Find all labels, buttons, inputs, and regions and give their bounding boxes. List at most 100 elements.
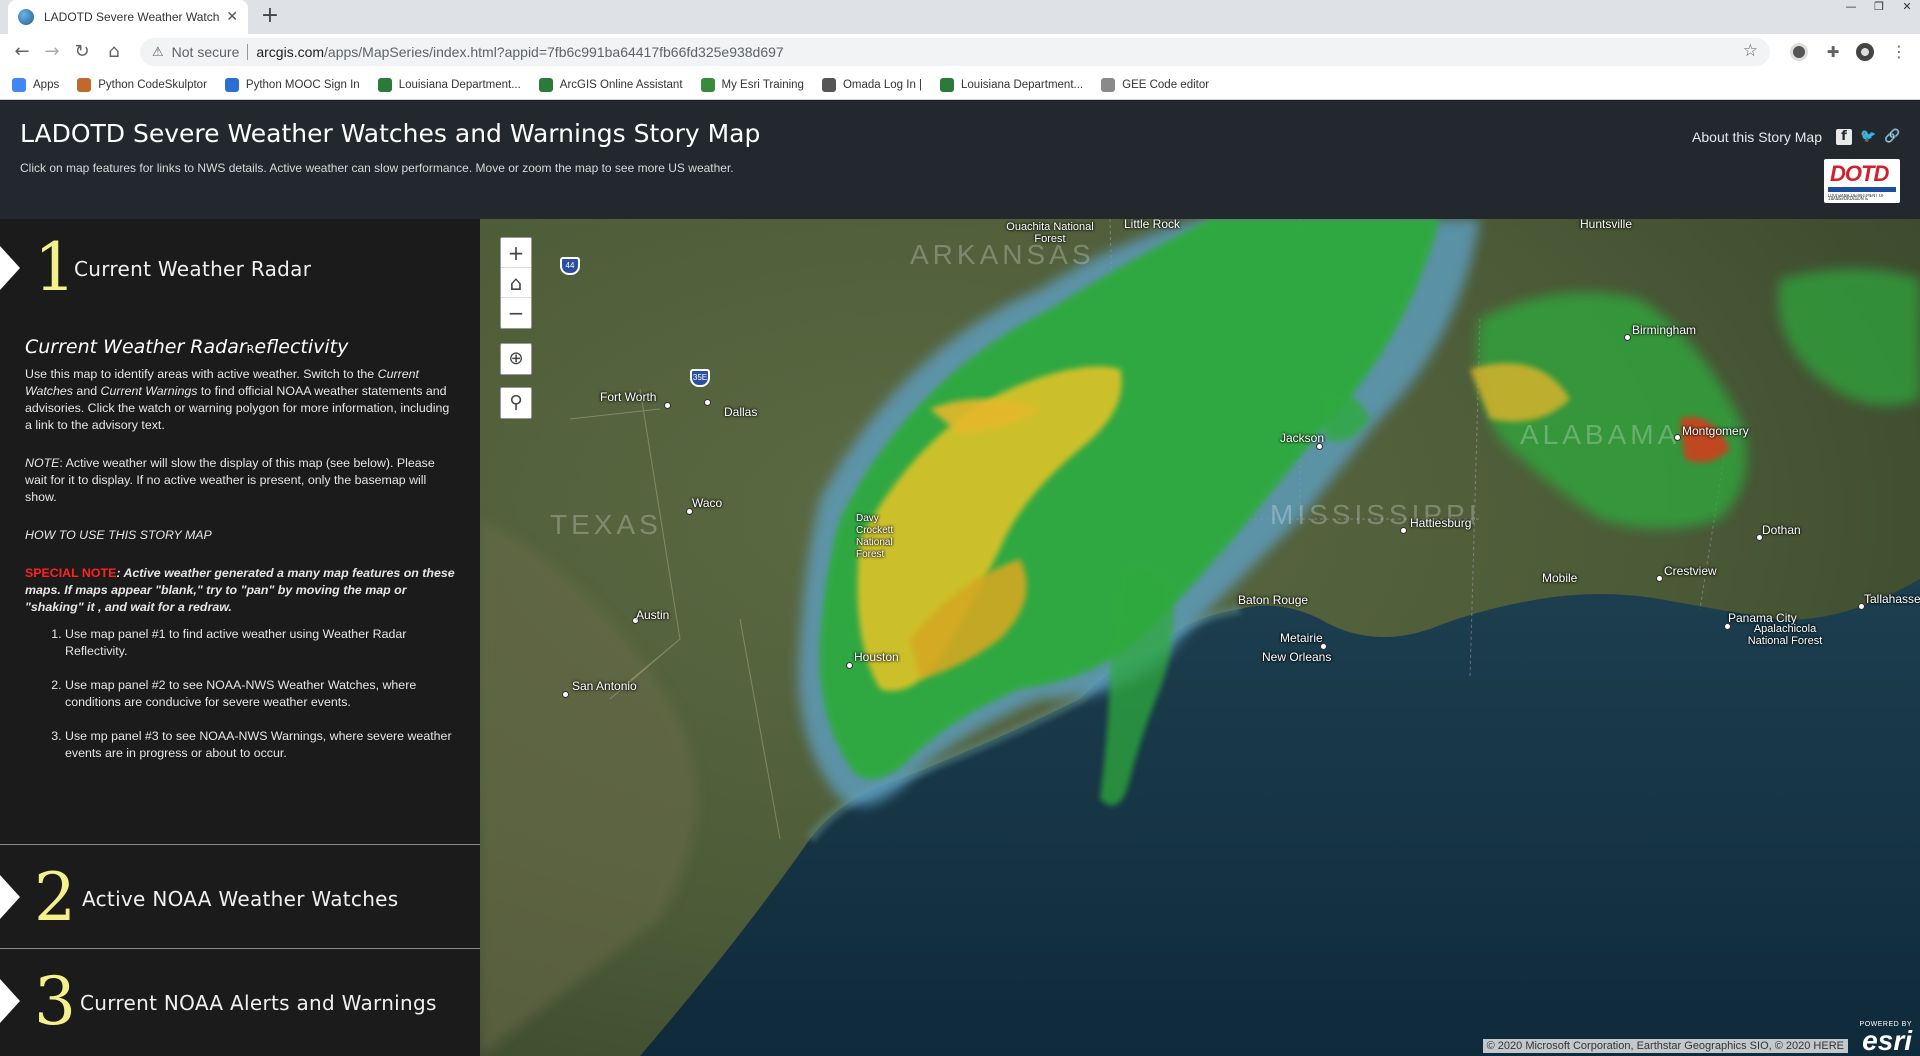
bookmark-item[interactable]: GEE Code editor <box>1101 77 1210 92</box>
city-label: Mobile <box>1542 571 1578 585</box>
section-2-number: 2 <box>34 859 76 936</box>
note-text: : Active weather will slow the display o… <box>25 456 435 504</box>
address-bar[interactable]: ⚠ Not secure arcgis.com /apps/MapSeries/… <box>140 38 1770 66</box>
forward-icon[interactable]: → <box>42 42 62 62</box>
radar-map[interactable]: TEXAS ARKANSAS MISSISSIPPI ALABAMA 44 35… <box>480 219 1920 1056</box>
dotd-logo-bar <box>1828 187 1896 192</box>
section-3-title: Current NOAA Alerts and Warnings <box>80 991 437 1015</box>
bookmark-star-icon[interactable]: ☆ <box>1743 41 1758 61</box>
minimize-icon[interactable]: — <box>1838 0 1864 16</box>
home-icon[interactable]: ⌂ <box>104 42 124 62</box>
twitter-icon[interactable]: 🐦 <box>1860 129 1876 145</box>
how-to-steps-list: Use map panel #1 to find active weather … <box>65 626 457 762</box>
bookmark-favicon-icon <box>77 77 92 92</box>
bookmark-item[interactable]: My Esri Training <box>700 77 804 92</box>
city-label: Huntsville <box>1580 219 1633 231</box>
city-label: Houston <box>854 650 899 664</box>
bookmark-favicon-icon <box>940 77 955 92</box>
restore-icon[interactable]: ❐ <box>1866 0 1892 16</box>
bookmark-item[interactable]: Python CodeSkulptor <box>77 77 207 92</box>
city-label: Baton Rouge <box>1238 593 1309 607</box>
profile-avatar-icon[interactable] <box>1856 43 1874 61</box>
extensions-puzzle-icon[interactable]: ✚ <box>1824 43 1842 61</box>
dotd-logo-text: DOTD <box>1830 161 1889 186</box>
esri-logo: POWERED BY esri <box>1860 1021 1912 1056</box>
city-label: Montgomery <box>1682 424 1749 438</box>
zoom-in-button[interactable]: + <box>501 238 531 268</box>
city-label: Metairie <box>1280 631 1323 645</box>
dotd-logo: DOTD LOUISIANA DEPARTMENT OF TRANSPORTAT… <box>1824 159 1900 203</box>
city-dot <box>1400 527 1407 534</box>
section-3-number: 3 <box>34 963 76 1040</box>
city-dot <box>562 691 569 698</box>
tab-title: LADOTD Severe Weather Watches and Warnin… <box>44 10 220 24</box>
section-1-content: Current Weather RadarReflectivity Use th… <box>25 336 457 779</box>
bookmark-label: GEE Code editor <box>1122 78 1210 91</box>
bookmark-favicon-icon <box>377 77 392 92</box>
city-label: Hattiesburg <box>1410 516 1472 530</box>
content-note-paragraph: NOTE: Active weather will slow the displ… <box>25 455 457 506</box>
section-2-arrow-icon <box>0 875 20 919</box>
section-1-active-arrow-icon <box>0 246 20 290</box>
bookmarks-bar: Apps Python CodeSkulptor Python MOOC Sign … <box>0 70 1920 100</box>
section-3-current-noaa-alerts-and-warnings[interactable]: 3 Current NOAA Alerts and Warnings <box>0 949 480 1056</box>
city-label: Dothan <box>1762 523 1801 537</box>
city-label: Waco <box>692 496 723 510</box>
close-tab-icon[interactable]: ✕ <box>226 9 238 25</box>
bookmark-favicon-icon <box>538 77 553 92</box>
city-dot <box>846 662 853 669</box>
not-secure-label: Not secure <box>171 44 240 60</box>
reload-icon[interactable]: ↻ <box>72 42 92 62</box>
bookmark-label: My Esri Training <box>721 78 804 91</box>
about-story-map-link[interactable]: About this Story Map <box>1692 129 1822 145</box>
back-icon[interactable]: ← <box>12 42 32 62</box>
zoom-out-button[interactable]: − <box>501 298 531 328</box>
browser-toolbar: ← → ↻ ⌂ ⚠ Not secure arcgis.com /apps/Ma… <box>0 34 1920 70</box>
window-controls: — ❐ ✕ <box>1836 0 1920 16</box>
content-heading-main: Current Weather Radar <box>25 336 247 358</box>
map-basemap-and-radar <box>480 219 1920 1056</box>
content-intro-paragraph: Use this map to identify areas with acti… <box>25 366 457 434</box>
city-label: Tallahassee <box>1864 592 1920 606</box>
not-secure-warning-icon: ⚠ <box>152 44 164 59</box>
bookmark-favicon-icon <box>821 77 836 92</box>
bookmark-favicon-icon <box>700 77 715 92</box>
bookmark-label: Louisiana Department... <box>961 78 1084 91</box>
section-1-title: Current Weather Radar <box>74 257 312 281</box>
story-map-header: LADOTD Severe Weather Watches and Warnin… <box>0 101 1920 219</box>
browser-menu-icon[interactable]: ⋮ <box>1890 43 1908 61</box>
forest-label: Ouachita National Forest <box>1006 221 1094 245</box>
bookmark-item[interactable]: Omada Log In | <box>821 77 922 92</box>
arcgis-favicon-icon <box>18 9 34 25</box>
intro-text-b: and <box>72 384 101 398</box>
bookmark-favicon-icon <box>224 77 239 92</box>
browser-tab-active[interactable]: LADOTD Severe Weather Watches and Warnin… <box>8 0 248 34</box>
city-label: San Antonio <box>572 679 637 693</box>
bookmark-favicon-icon <box>12 77 26 92</box>
close-window-icon[interactable]: ✕ <box>1894 0 1920 16</box>
city-label: Dallas <box>724 405 758 419</box>
how-to-heading: HOW TO USE THIS STORY MAP <box>25 527 457 544</box>
bookmark-item[interactable]: Louisiana Department... <box>377 77 521 92</box>
new-tab-button[interactable]: + <box>258 4 282 28</box>
bookmark-item[interactable]: Python MOOC Sign In <box>224 77 360 92</box>
how-to-step: Use map panel #2 to see NOAA-NWS Weather… <box>65 677 457 711</box>
extension-1-icon[interactable] <box>1790 43 1808 61</box>
special-note-label: SPECIAL NOTE <box>25 566 117 580</box>
state-label-alabama: ALABAMA <box>1520 419 1681 450</box>
bookmark-label: Python MOOC Sign In <box>245 78 360 91</box>
page-title: LADOTD Severe Weather Watches and Warnin… <box>20 119 761 148</box>
map-attribution: © 2020 Microsoft Corporation, Earthstar … <box>1482 1039 1848 1053</box>
bookmark-item[interactable]: Louisiana Department... <box>940 77 1084 92</box>
facebook-icon[interactable]: f <box>1836 129 1852 145</box>
bookmark-item[interactable]: ArcGIS Online Assistant <box>538 77 683 92</box>
esri-wordmark: esri <box>1862 1025 1912 1056</box>
city-dot <box>1624 334 1631 341</box>
interstate-44-shield: 44 <box>560 257 580 275</box>
locate-icon[interactable]: ⊕ <box>500 343 532 375</box>
map-search-icon[interactable]: ⚲ <box>500 387 532 419</box>
bookmark-item[interactable]: Apps <box>12 77 59 92</box>
link-icon[interactable]: 🔗 <box>1884 129 1900 145</box>
section-2-active-noaa-weather-watches[interactable]: 2 Active NOAA Weather Watches <box>0 845 480 947</box>
home-extent-icon[interactable]: ⌂ <box>501 268 531 298</box>
